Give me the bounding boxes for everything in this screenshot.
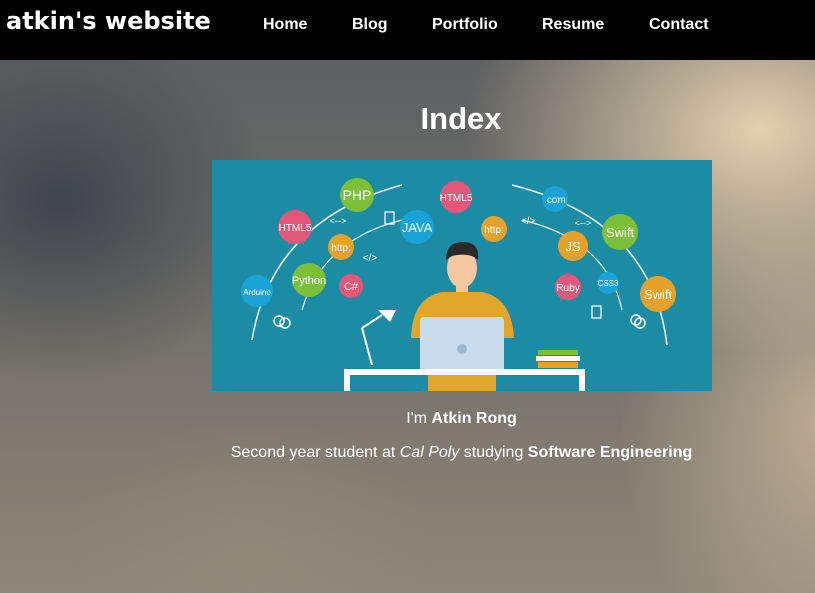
bubble-swift-bottom: Swift: [640, 276, 676, 312]
code-mark-4: <-->: [575, 218, 592, 228]
nav-portfolio-link[interactable]: Portfolio: [432, 14, 498, 36]
svg-text:Swift: Swift: [644, 287, 673, 302]
developer-illustration: PHP HTML5 JAVA http: HTML5 http: Python …: [212, 160, 712, 391]
book-stack: [536, 350, 580, 368]
bubble-php: PHP: [340, 178, 374, 212]
major-name: Software Engineering: [527, 444, 693, 461]
nav-home-link[interactable]: Home: [263, 14, 307, 36]
svg-text:http:: http:: [484, 225, 503, 236]
code-mark-2: </>: [363, 253, 378, 264]
bubble-swift-top: Swift: [602, 214, 638, 250]
svg-text:http:: http:: [331, 243, 350, 254]
svg-text:CSS3: CSS3: [598, 279, 619, 288]
site-title[interactable]: atkin's website: [6, 6, 211, 36]
code-mark-1: <-->: [330, 216, 347, 226]
svg-text:Arduino: Arduino: [243, 288, 271, 297]
hero-image: PHP HTML5 JAVA http: HTML5 http: Python …: [212, 160, 712, 391]
svg-text:HTML5: HTML5: [440, 193, 473, 204]
bubble-arduino: Arduino: [241, 275, 273, 307]
bubble-ruby: Ruby: [555, 274, 581, 300]
top-navbar: atkin's website Home Blog Portfolio Resu…: [0, 0, 815, 60]
intro-text: I'm Atkin Rong: [0, 409, 815, 429]
bio-text: Second year student at Cal Poly studying…: [0, 443, 815, 463]
bubble-http-right: http:: [481, 216, 507, 242]
author-name: Atkin Rong: [431, 410, 517, 427]
bubble-js: JS: [558, 231, 588, 261]
school-name: Cal Poly: [399, 444, 460, 461]
svg-text:.com: .com: [544, 195, 566, 206]
svg-text:Ruby: Ruby: [556, 283, 579, 294]
nav-blog-link[interactable]: Blog: [352, 14, 388, 36]
page-title: Index: [420, 101, 502, 136]
svg-text:Python: Python: [292, 275, 326, 287]
svg-text:JS: JS: [565, 239, 581, 254]
svg-text:PHP: PHP: [343, 187, 372, 203]
bio-part-2: studying: [459, 444, 528, 461]
nav-contact-link[interactable]: Contact: [649, 14, 709, 36]
svg-text:JAVA: JAVA: [402, 220, 433, 235]
svg-text:C#: C#: [344, 281, 359, 293]
intro-prefix: I'm: [406, 410, 432, 427]
bubble-css3: CSS3: [597, 272, 619, 294]
code-mark-3: </>: [521, 216, 536, 227]
bubble-java: JAVA: [400, 210, 434, 244]
nav-resume-link[interactable]: Resume: [542, 14, 604, 36]
bubble-csharp: C#: [339, 274, 363, 298]
bubble-http-left: http:: [328, 234, 354, 260]
bubble-html5-left: HTML5: [278, 210, 312, 244]
svg-text:HTML5: HTML5: [279, 223, 312, 234]
bio-part-1: Second year student at: [230, 444, 400, 461]
bubble-python: Python: [292, 263, 326, 297]
bubble-dotcom: .com: [542, 186, 568, 212]
svg-text:Swift: Swift: [606, 225, 635, 240]
